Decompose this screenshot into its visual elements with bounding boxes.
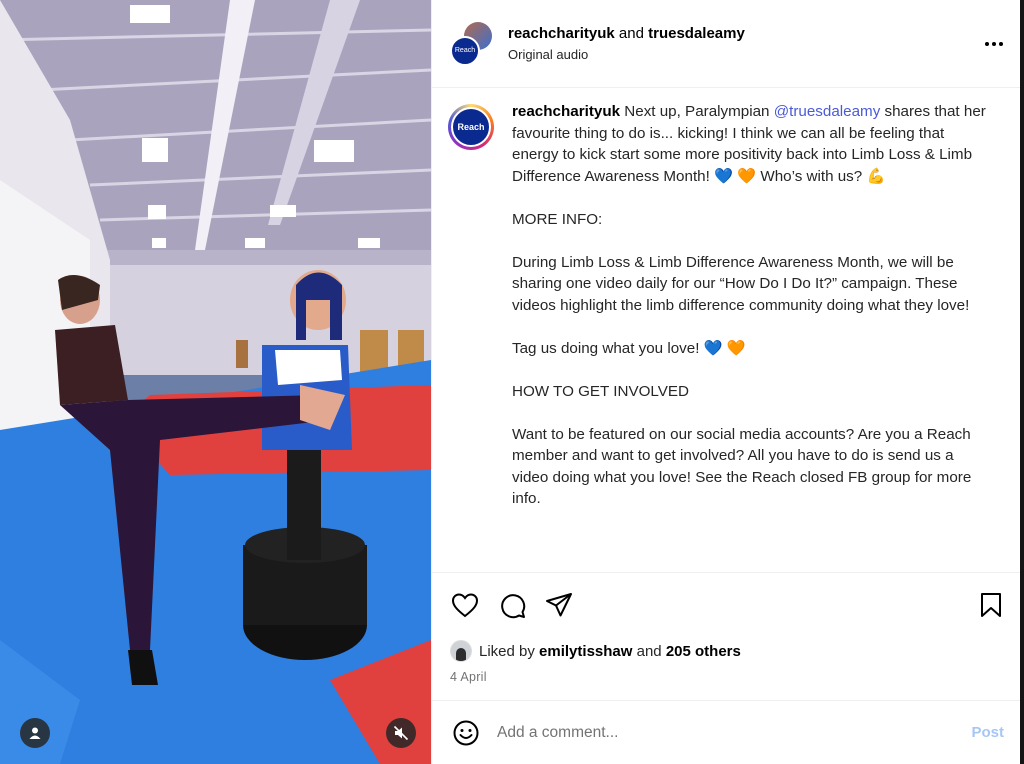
instagram-post: Reach reachcharityuk and truesdaleamy Or… [0,0,1024,764]
action-bar [432,572,1024,636]
heart-icon [451,592,479,617]
mute-toggle-button[interactable] [386,718,416,748]
share-button[interactable] [544,590,574,620]
collab-usernames: reachcharityuk and truesdaleamy [508,25,980,42]
share-icon [546,592,572,616]
video-frame [0,0,431,764]
bookmark-icon [981,592,1001,617]
liker-username-link[interactable]: emilytisshaw [539,643,632,660]
like-button[interactable] [450,590,480,620]
more-options-button[interactable] [980,30,1008,58]
likes-text: Liked by emilytisshaw and 205 others [479,642,741,660]
avatar-reachcharityuk[interactable]: Reach [450,35,480,66]
mention-link[interactable]: @truesdaleamy [774,103,881,120]
comment-icon [501,593,526,618]
blue-heart-emoji: 💙 [714,167,733,185]
muscle-emoji: 💪 [866,167,886,185]
emoji-picker-button[interactable] [451,718,481,748]
comment-button[interactable] [497,590,527,620]
caption-username[interactable]: reachcharityuk [512,103,620,120]
post-details-panel: Reach reachcharityuk and truesdaleamy Or… [431,0,1024,764]
orange-heart-emoji: 🧡 [737,167,757,185]
post-video[interactable] [0,0,431,764]
save-button[interactable] [976,590,1006,620]
comment-input[interactable] [497,723,972,742]
smiley-icon [453,720,479,745]
more-info-heading: MORE INFO: [512,210,603,228]
username-joiner: and [618,25,644,42]
more-info-text: During Limb Loss & Limb Difference Aware… [512,253,970,314]
username-link-reachcharityuk[interactable]: reachcharityuk [508,25,615,42]
username-link-truesdaleamy[interactable]: truesdaleamy [648,25,745,42]
caption-text: reachcharityuk Next up, Paralympian @tru… [512,101,990,572]
tag-us-paragraph: Tag us doing what you love! 💙 🧡 [512,339,746,357]
header-text: reachcharityuk and truesdaleamy Original… [508,25,980,62]
others-likes-link[interactable]: 205 others [666,643,741,660]
window-edge [1020,0,1024,764]
audio-label[interactable]: Original audio [508,47,980,62]
muted-speaker-icon [393,725,409,741]
how-to-heading: HOW TO GET INVOLVED [512,382,689,400]
caption-avatar[interactable]: Reach [448,104,494,150]
post-date[interactable]: 4 April [432,666,1024,700]
caption-paragraph-intro: reachcharityuk Next up, Paralympian @tru… [512,103,986,185]
post-header: Reach reachcharityuk and truesdaleamy Or… [432,0,1024,88]
caption-section: Reach reachcharityuk Next up, Paralympia… [432,88,1024,572]
tagged-users-button[interactable] [20,718,50,748]
user-tag-icon [29,727,41,739]
post-comment-button[interactable]: Post [971,724,1004,741]
collab-avatars[interactable]: Reach [450,21,494,66]
comment-bar: Post [432,700,1024,764]
likes-row: Liked by emilytisshaw and 205 others [432,636,1024,666]
more-horizontal-icon [985,41,1003,46]
liker-avatar[interactable] [450,640,472,662]
involve-text: Want to be featured on our social media … [512,425,972,508]
